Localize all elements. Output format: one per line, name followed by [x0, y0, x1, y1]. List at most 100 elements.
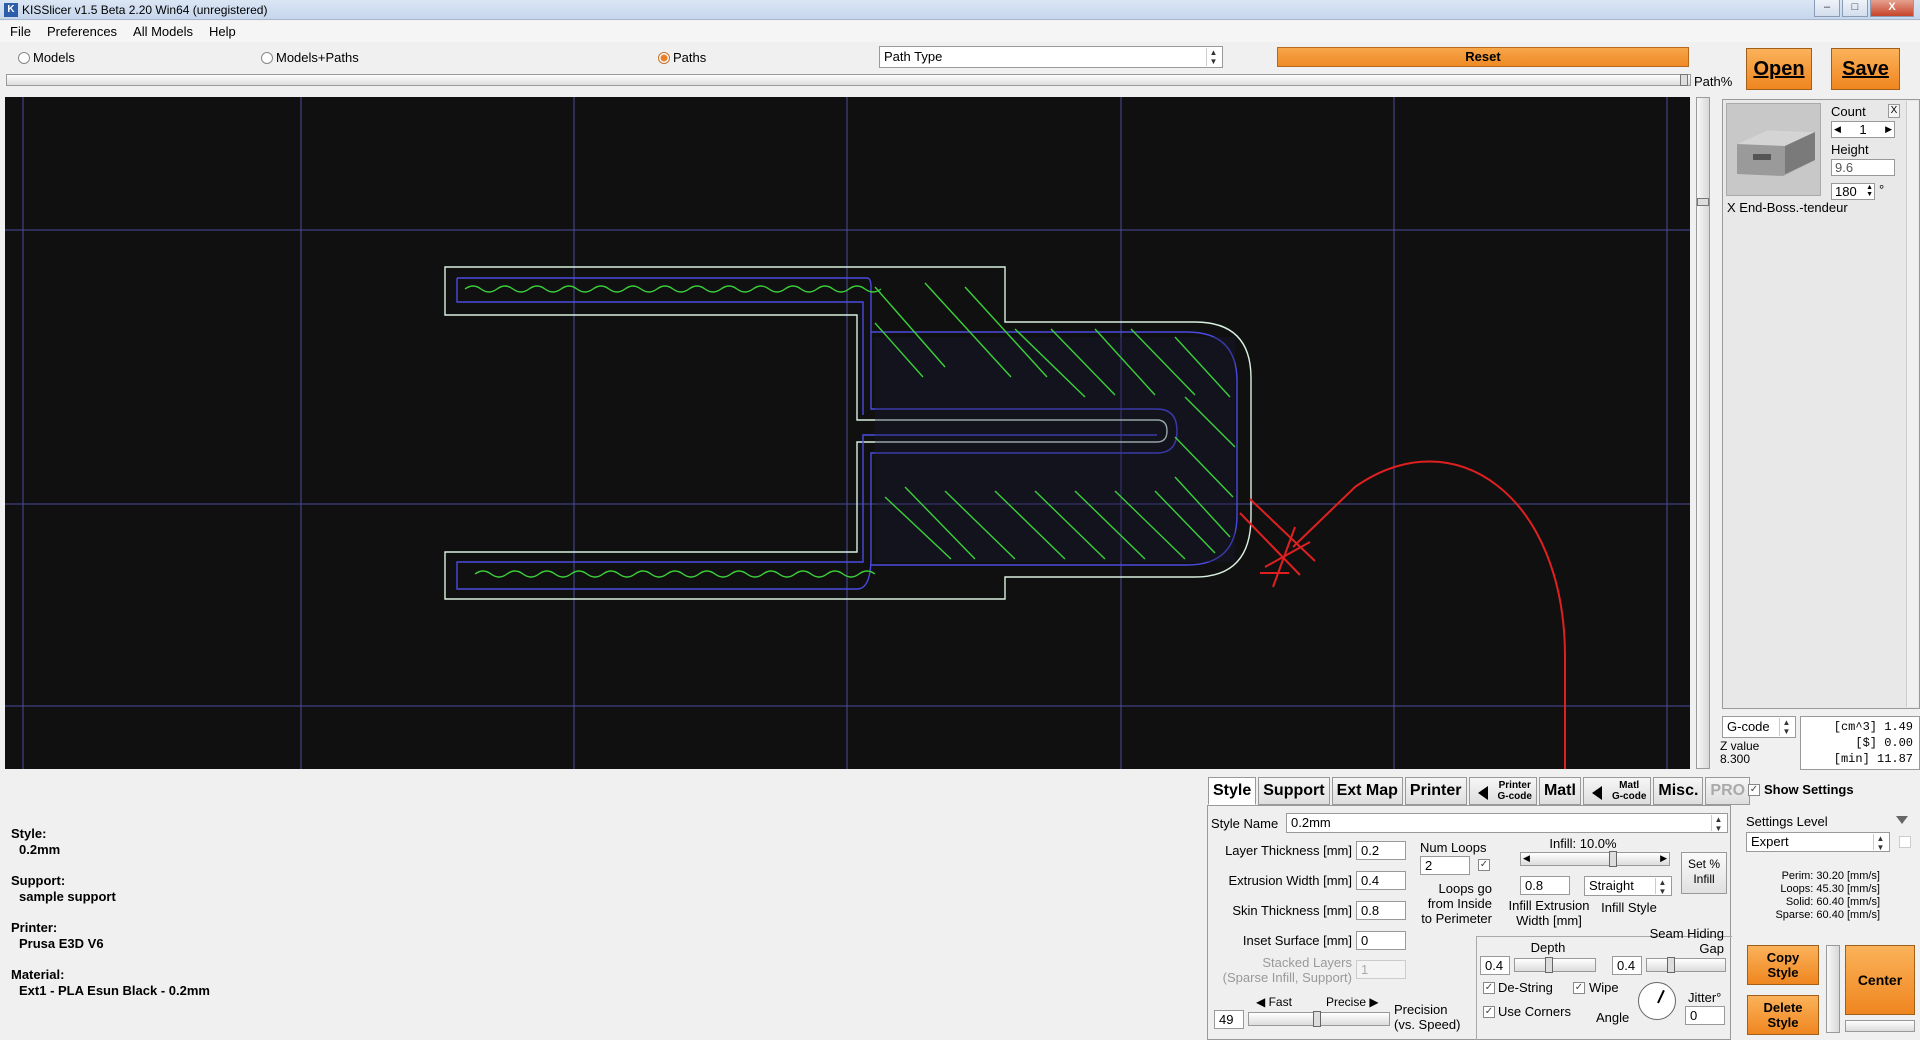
- gcode-select[interactable]: G-code ▲ ▼: [1722, 716, 1796, 738]
- set-infill-button[interactable]: Set % Infill: [1681, 852, 1727, 894]
- path-type-select[interactable]: Path Type ▲ ▼: [879, 46, 1223, 68]
- wipe-checkbox[interactable]: ✓: [1573, 982, 1585, 994]
- toolpath-canvas: [5, 97, 1690, 769]
- chevron-left-icon[interactable]: ◀: [1834, 122, 1841, 137]
- slider-thumb[interactable]: [1609, 851, 1617, 867]
- thin-wall-path-bottom: [474, 570, 876, 578]
- infill-slider[interactable]: ◀ ▶: [1520, 851, 1670, 867]
- z-value-readout: Z value 8.300: [1720, 739, 1760, 766]
- precise-label: Precise ▶: [1326, 995, 1379, 1009]
- menu-all-models[interactable]: All Models: [133, 24, 193, 39]
- height-label: Height: [1831, 142, 1869, 157]
- tab-pro[interactable]: PRO: [1705, 777, 1751, 805]
- maximize-button[interactable]: □: [1842, 0, 1868, 17]
- settings-level-select[interactable]: Expert ▲ ▼: [1746, 832, 1890, 852]
- jitter-field[interactable]: 0: [1685, 1006, 1725, 1025]
- tab-style[interactable]: Style: [1208, 777, 1257, 805]
- tab-matl-gcode[interactable]: Matl G-code: [1582, 777, 1652, 805]
- minimize-button[interactable]: –: [1814, 0, 1840, 17]
- center-button[interactable]: Center: [1845, 945, 1915, 1015]
- style-scrollbar[interactable]: [1826, 945, 1840, 1033]
- loops-inside-checkbox[interactable]: ✓: [1478, 859, 1490, 871]
- open-button[interactable]: Open: [1746, 48, 1812, 90]
- reset-button[interactable]: Reset: [1277, 47, 1689, 67]
- profile-summary: Style: 0.2mm Support: sample support Print…: [11, 826, 210, 998]
- updown-arrow-icon: ▲ ▼: [1711, 815, 1725, 833]
- radio-paths[interactable]: Paths: [658, 50, 706, 65]
- chevron-right-icon[interactable]: ▶: [1660, 853, 1667, 864]
- save-button[interactable]: Save: [1831, 48, 1900, 90]
- paths-viewport[interactable]: [5, 97, 1690, 769]
- models-scrollbar[interactable]: [1906, 101, 1918, 707]
- slider-thumb[interactable]: [1697, 198, 1709, 206]
- slider-thumb[interactable]: [1680, 74, 1688, 86]
- style-name-label: Style Name: [1211, 816, 1279, 831]
- tab-printer[interactable]: Printer: [1404, 777, 1467, 805]
- use-corners-checkbox[interactable]: ✓: [1483, 1006, 1495, 1018]
- model-preview-icon: [1737, 130, 1815, 176]
- angle-dial[interactable]: [1638, 982, 1676, 1020]
- model-card[interactable]: Count X ◀ 1 ▶ Height 9.6 180 ▲ ▼ ° X End-…: [1725, 102, 1903, 215]
- tab-matl[interactable]: Matl: [1538, 777, 1581, 805]
- radio-models[interactable]: Models: [18, 50, 75, 65]
- rotation-field[interactable]: 180 ▲ ▼: [1831, 183, 1875, 200]
- num-loops-field[interactable]: 2: [1420, 856, 1470, 875]
- extrusion-width-field[interactable]: 0.4: [1356, 871, 1406, 890]
- precision-slider[interactable]: [1248, 1011, 1390, 1027]
- menu-preferences[interactable]: Preferences: [47, 24, 117, 39]
- tab-misc[interactable]: Misc.: [1653, 777, 1704, 805]
- menu-help[interactable]: Help: [209, 24, 236, 39]
- path-percent-slider[interactable]: [6, 74, 1691, 86]
- slider-thumb[interactable]: [1545, 957, 1553, 973]
- app-icon: K: [4, 3, 18, 17]
- infill-style-label: Infill Style: [1601, 900, 1657, 915]
- layer-thickness-field[interactable]: 0.2: [1356, 841, 1406, 860]
- solid-fill-region: [875, 337, 1235, 562]
- chevron-down-icon[interactable]: [1896, 816, 1908, 824]
- copy-style-button[interactable]: Copy Style: [1747, 945, 1819, 985]
- depth-slider[interactable]: [1514, 957, 1596, 973]
- infill-extrusion-width-field[interactable]: 0.8: [1520, 876, 1570, 895]
- skin-thickness-field[interactable]: 0.8: [1356, 901, 1406, 920]
- tab-support[interactable]: Support: [1258, 777, 1330, 805]
- menu-bar: File Preferences All Models Help: [0, 21, 1920, 42]
- use-corners-label: Use Corners: [1498, 1004, 1571, 1019]
- height-field[interactable]: 9.6: [1831, 159, 1895, 176]
- view-toolbar: Models Models+Paths Paths Path Type ▲ ▼ R…: [0, 46, 1920, 70]
- count-stepper[interactable]: ◀ 1 ▶: [1831, 121, 1895, 138]
- inset-surface-label: Inset Surface [mm]: [1242, 933, 1352, 948]
- radio-dot: [18, 51, 30, 64]
- show-settings-checkbox[interactable]: ✓: [1748, 784, 1760, 796]
- style-name-select[interactable]: 0.2mm ▲ ▼: [1286, 813, 1728, 833]
- gcode-stats: [cm^3] 1.49 [$] 0.00 [min] 11.87: [1800, 716, 1920, 770]
- tab-ext-map[interactable]: Ext Map: [1331, 777, 1403, 805]
- window-title: KISSlicer v1.5 Beta 2.20 Win64 (unregist…: [22, 3, 268, 17]
- updown-arrow-icon[interactable]: ▲ ▼: [1866, 184, 1873, 198]
- layer-slider[interactable]: [1696, 97, 1710, 769]
- destring-checkbox[interactable]: ✓: [1483, 982, 1495, 994]
- slider-thumb[interactable]: [1313, 1011, 1321, 1027]
- slider-thumb[interactable]: [1667, 957, 1675, 973]
- chevron-left-icon[interactable]: ◀: [1523, 853, 1530, 864]
- tab-printer-gcode[interactable]: Printer G-code: [1468, 777, 1537, 805]
- center-slider[interactable]: [1845, 1020, 1915, 1032]
- stacked-layers-field[interactable]: 1: [1356, 960, 1406, 979]
- loops-go-label: Loops go from Inside to Perimeter: [1421, 881, 1492, 926]
- menu-file[interactable]: File: [10, 24, 31, 39]
- delete-style-button[interactable]: Delete Style: [1747, 995, 1819, 1035]
- grid-lines: [5, 97, 1690, 769]
- skin-thickness-label: Skin Thickness [mm]: [1232, 903, 1352, 918]
- remove-model-button[interactable]: X: [1888, 104, 1900, 118]
- depth-field[interactable]: 0.4: [1480, 956, 1510, 975]
- model-name: X End-Boss.-tendeur: [1727, 200, 1848, 215]
- stacked-layers-label: Stacked Layers (Sparse Infill, Support): [1222, 955, 1352, 985]
- seam-gap-field[interactable]: 0.4: [1612, 956, 1642, 975]
- precision-field[interactable]: 49: [1214, 1010, 1244, 1029]
- seam-gap-slider[interactable]: [1646, 957, 1726, 973]
- chevron-right-icon[interactable]: ▶: [1885, 122, 1892, 137]
- close-button[interactable]: X: [1870, 0, 1914, 17]
- infill-style-select[interactable]: Straight ▲ ▼: [1584, 876, 1672, 896]
- radio-models-paths[interactable]: Models+Paths: [261, 50, 359, 65]
- level-lock-checkbox[interactable]: [1899, 836, 1911, 848]
- inset-surface-field[interactable]: 0: [1356, 931, 1406, 950]
